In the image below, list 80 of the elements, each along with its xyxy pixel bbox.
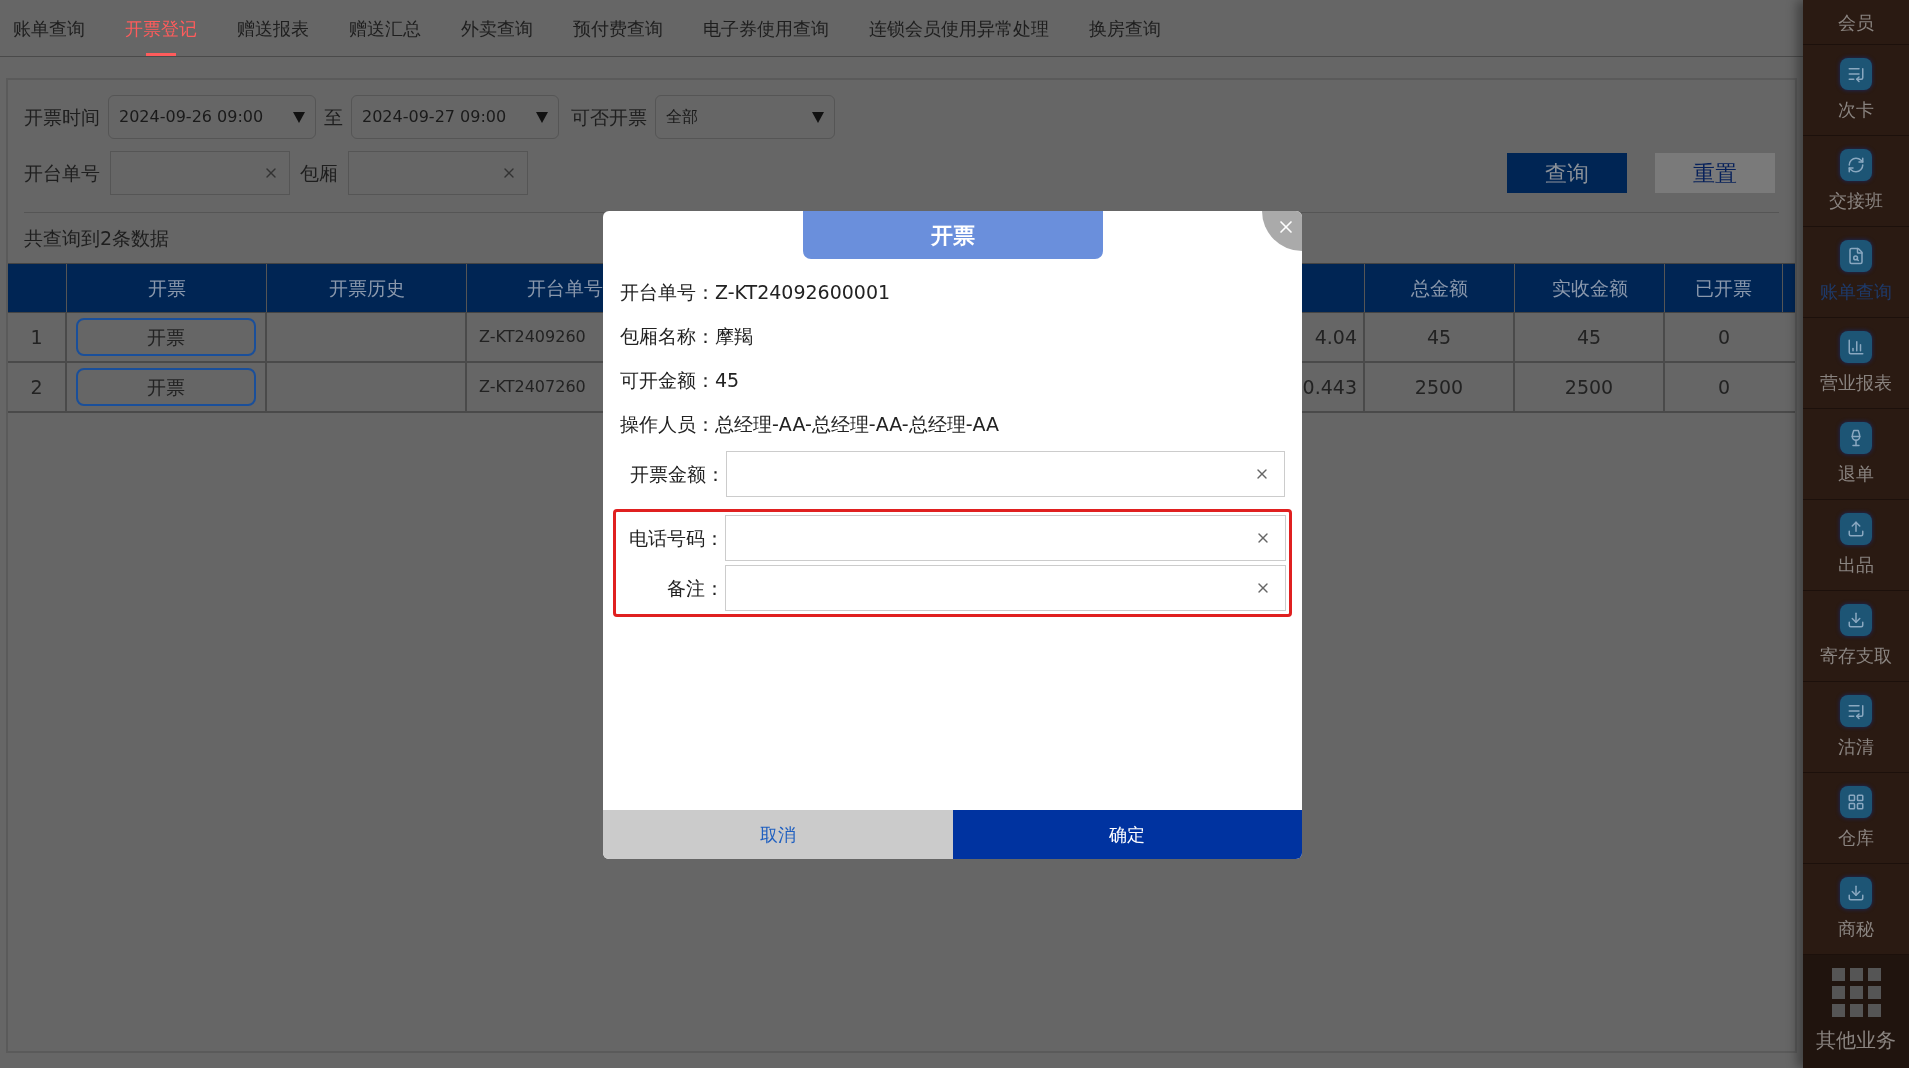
list-icon (1840, 57, 1872, 90)
tab[interactable]: 账单查询 (13, 0, 85, 56)
tab[interactable]: 外卖查询 (461, 0, 533, 56)
tab[interactable]: 换房查询 (1089, 0, 1161, 56)
table-cell-text: 0 (1716, 374, 1732, 400)
invoice-button[interactable]: 开票 (76, 318, 256, 356)
filter-label: 开票时间 (24, 104, 100, 130)
query-button[interactable]: 查询 (1507, 153, 1627, 193)
input-field[interactable] (348, 151, 528, 195)
sidebar-item[interactable]: 次卡 (1803, 45, 1909, 136)
confirm-button[interactable]: 确定 (952, 810, 1302, 859)
filter-label: 包厢 (300, 160, 338, 186)
sidebar-item[interactable]: 交接班 (1803, 136, 1909, 227)
dropdown-select[interactable]: 2024-09-27 09:00 (351, 95, 559, 139)
table-header-cell: 总金额 (1365, 264, 1515, 312)
table-header-cell: 开票 (67, 264, 267, 312)
sidebar-item[interactable]: 退单 (1803, 409, 1909, 500)
table-cell: 2 (8, 363, 67, 411)
sidebar-item[interactable]: 仓库 (1803, 773, 1909, 864)
info-label: 可开金额： (620, 367, 715, 393)
dropdown-select[interactable]: 全部 (655, 95, 835, 139)
sidebar-item[interactable]: 营业报表 (1803, 318, 1909, 409)
tab[interactable]: 赠送报表 (237, 0, 309, 56)
cancel-button[interactable]: 取消 (603, 810, 953, 859)
info-value: 摩羯 (715, 323, 753, 349)
filter-label: 可否开票 (571, 104, 647, 130)
glass-icon (1840, 421, 1872, 454)
download-icon (1840, 876, 1872, 909)
sidebar-label: 会员 (1838, 10, 1874, 35)
field-label: 备注： (666, 575, 725, 601)
tab[interactable]: 电子券使用查询 (703, 0, 829, 56)
filter-label: 开台单号 (24, 160, 100, 186)
dialog-title: 开票 (802, 211, 1103, 259)
table-cell-text: Z-KT2409260 (479, 326, 586, 348)
tab[interactable]: 赠送汇总 (349, 0, 421, 56)
list-icon (1840, 694, 1872, 727)
grid-icon (1840, 785, 1872, 818)
search-icon (1840, 239, 1872, 272)
table-cell: 45 (1365, 313, 1515, 361)
dropdown-caret-icon (812, 111, 824, 123)
sidebar-item[interactable]: 寄存支取 (1803, 591, 1909, 682)
dropdown-select[interactable]: 2024-09-26 09:00 (108, 95, 316, 139)
tab[interactable]: 连锁会员使用异常处理 (869, 0, 1049, 56)
filter-label: 至 (324, 104, 343, 130)
field-label: 开票金额： (629, 461, 726, 487)
table-cell-text: 0 (1716, 324, 1732, 350)
table-cell: 45 (1515, 313, 1665, 361)
dropdown-caret-icon (293, 111, 305, 123)
sidebar-item[interactable]: 出品 (1803, 500, 1909, 591)
info-value: Z-KT24092600001 (715, 279, 891, 305)
sidebar-item[interactable]: 商秘 (1803, 864, 1909, 955)
reset-button[interactable]: 重置 (1655, 153, 1775, 193)
upload-icon (1840, 512, 1872, 545)
input-field[interactable] (110, 151, 290, 195)
invoice-button[interactable]: 开票 (76, 368, 256, 406)
table-header-cell: 实收金额 (1515, 264, 1665, 312)
table-cell: 2500 (1515, 363, 1665, 411)
bar-chart-icon (1840, 330, 1872, 363)
grid-icon (1831, 968, 1881, 1017)
table-header-cell: 已开票 (1665, 264, 1783, 312)
result-count: 共查询到2条数据 (24, 225, 170, 251)
download-icon (1840, 603, 1872, 636)
sidebar-item[interactable]: 其他业务 (1803, 955, 1909, 1068)
tab[interactable]: 开票登记 (125, 0, 197, 56)
table-header-cell: 开票历史 (267, 264, 467, 312)
info-label: 操作人员： (620, 411, 715, 437)
info-value: 45 (715, 367, 740, 393)
info-label: 开台单号： (620, 279, 715, 305)
refresh-icon (1840, 148, 1872, 181)
table-cell-text: Z-KT2407260 (479, 376, 586, 398)
table-cell: 2500 (1365, 363, 1515, 411)
info-label: 包厢名称： (620, 323, 715, 349)
info-value: 总经理-AA-总经理-AA-总经理-AA (715, 411, 1000, 437)
dropdown-caret-icon (536, 111, 548, 123)
field-label: 电话号码： (628, 525, 725, 551)
sidebar-item[interactable]: 沽清 (1803, 682, 1909, 773)
table-cell-text: 4.04 (1314, 324, 1357, 350)
tab[interactable]: 预付费查询 (573, 0, 663, 56)
table-cell: 1 (8, 313, 67, 361)
table-cell-text: 0.443 (1302, 374, 1357, 400)
